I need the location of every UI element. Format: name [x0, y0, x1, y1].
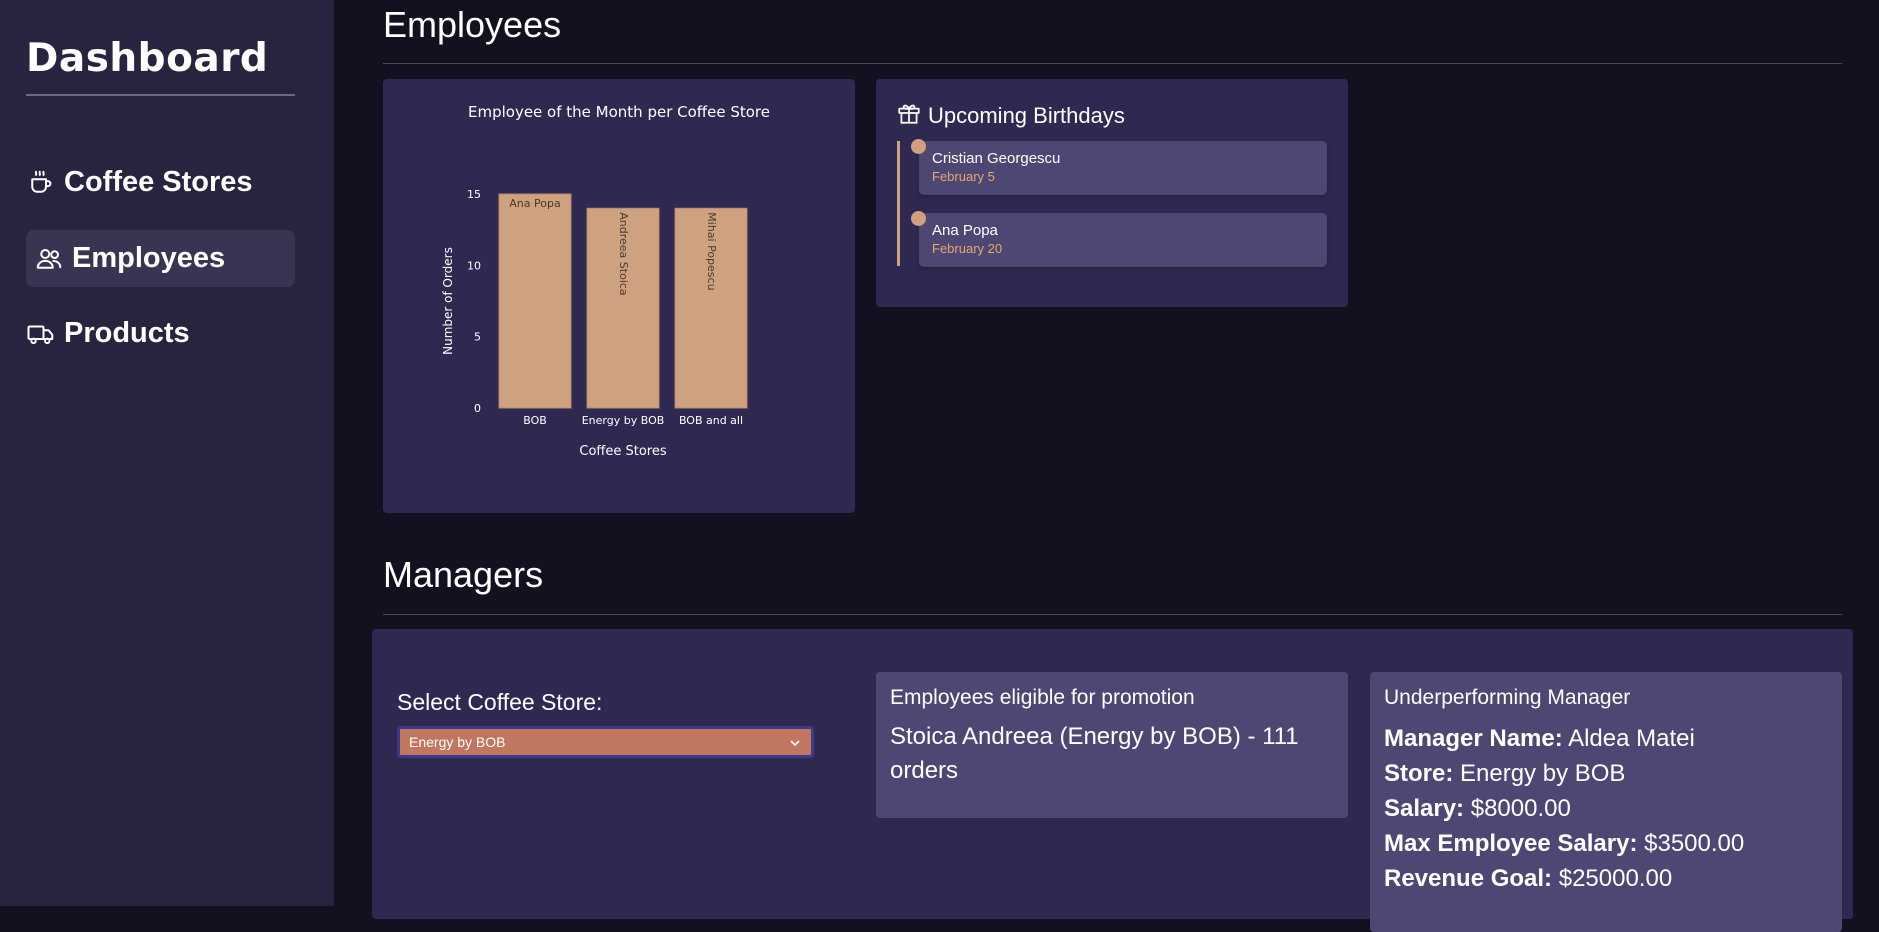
- coffee-icon: [26, 168, 56, 198]
- birthday-item: Cristian Georgescu February 5: [911, 139, 1327, 195]
- birthdays-header: Upcoming Birthdays: [896, 100, 1125, 132]
- gift-icon: [896, 100, 928, 132]
- managers-panel: Select Coffee Store: Energy by BOB Emplo…: [372, 629, 1853, 932]
- detail-value: $8000.00: [1470, 795, 1571, 822]
- bar-data-label: Andreea Stoica: [617, 212, 630, 295]
- birthday-item: Ana Popa February 20: [911, 211, 1327, 267]
- chart-bar: [498, 193, 572, 409]
- birthday-name: Cristian Georgescu: [932, 150, 1061, 167]
- timeline-dot: [911, 139, 926, 154]
- bar-data-label: Mihai Popescu: [705, 212, 718, 290]
- detail-value: $25000.00: [1558, 865, 1673, 892]
- detail-key: Store:: [1384, 760, 1454, 787]
- chevron-down-icon: [789, 736, 801, 748]
- store-select[interactable]: Energy by BOB: [397, 726, 814, 758]
- x-tick-label: Energy by BOB: [582, 414, 665, 427]
- sidebar-item-coffee-stores[interactable]: Coffee Stores: [26, 154, 295, 211]
- detail-key: Salary:: [1384, 795, 1465, 822]
- detail-key: Max Employee Salary:: [1384, 830, 1638, 857]
- x-tick-label: BOB: [523, 414, 547, 427]
- timeline-dot: [911, 211, 926, 226]
- sidebar-item-label: Coffee Stores: [64, 166, 253, 198]
- bar-data-label: Ana Popa: [509, 197, 560, 210]
- timeline-line: [897, 141, 900, 266]
- brand-divider: [26, 94, 295, 96]
- sidebar-item-label: Employees: [72, 242, 226, 274]
- promotion-title: Employees eligible for promotion: [890, 686, 1195, 709]
- employees-divider: [383, 63, 1842, 64]
- store-select-value: Energy by BOB: [409, 734, 506, 750]
- detail-value: Energy by BOB: [1460, 760, 1626, 787]
- managers-section-title: Managers: [383, 554, 544, 595]
- employees-section-title: Employees: [383, 4, 562, 45]
- detail-row: Store: Energy by BOB: [1384, 756, 1744, 791]
- detail-row: Max Employee Salary: $3500.00: [1384, 826, 1744, 861]
- underperforming-manager-card: Underperforming Manager Manager Name: Al…: [1370, 672, 1842, 932]
- sidebar: Dashboard Coffee Stores Employees Produc…: [0, 0, 334, 906]
- detail-value: $3500.00: [1644, 830, 1745, 857]
- x-axis-label: Coffee Stores: [579, 444, 666, 459]
- brand-title: Dashboard: [26, 36, 269, 81]
- managers-divider: [383, 614, 1842, 615]
- detail-row: Salary: $8000.00: [1384, 791, 1744, 826]
- detail-row: Manager Name: Aldea Matei: [1384, 721, 1744, 756]
- promotion-text: Stoica Andreea (Energy by BOB) - 111 ord…: [890, 723, 1299, 784]
- select-store-label: Select Coffee Store:: [397, 689, 603, 715]
- users-icon: [34, 244, 64, 274]
- birthday-name: Ana Popa: [932, 222, 998, 239]
- employee-of-month-chart-card: Employee of the Month per Coffee Store 0 5…: [383, 79, 855, 513]
- detail-key: Revenue Goal:: [1384, 865, 1553, 892]
- employee-of-month-chart: Employee of the Month per Coffee Store 0 5…: [441, 103, 770, 459]
- sidebar-item-employees[interactable]: Employees: [26, 230, 295, 287]
- y-tick-label: 15: [467, 188, 481, 201]
- underperforming-details: Manager Name: Aldea Matei Store: Energy …: [1384, 721, 1744, 896]
- x-tick-label: BOB and all: [679, 414, 743, 427]
- truck-icon: [26, 319, 56, 349]
- detail-key: Manager Name:: [1384, 725, 1563, 752]
- chart-title: Employee of the Month per Coffee Store: [468, 103, 770, 121]
- y-tick-label: 0: [474, 402, 481, 415]
- promotion-card: Employees eligible for promotion Stoica …: [876, 672, 1348, 818]
- detail-row: Revenue Goal: $25000.00: [1384, 861, 1744, 896]
- birthdays-title: Upcoming Birthdays: [928, 103, 1125, 128]
- y-tick-label: 10: [467, 259, 481, 272]
- birthday-date: February 20: [932, 241, 1003, 256]
- y-tick-label: 5: [474, 331, 481, 344]
- sidebar-item-label: Products: [64, 317, 190, 349]
- upcoming-birthdays-card: Upcoming Birthdays Cristian Georgescu Fe…: [876, 79, 1348, 307]
- y-axis-label: Number of Orders: [441, 247, 455, 355]
- birthday-date: February 5: [932, 169, 995, 184]
- underperforming-title: Underperforming Manager: [1384, 686, 1631, 709]
- detail-value: Aldea Matei: [1568, 725, 1695, 752]
- sidebar-item-products[interactable]: Products: [26, 305, 295, 362]
